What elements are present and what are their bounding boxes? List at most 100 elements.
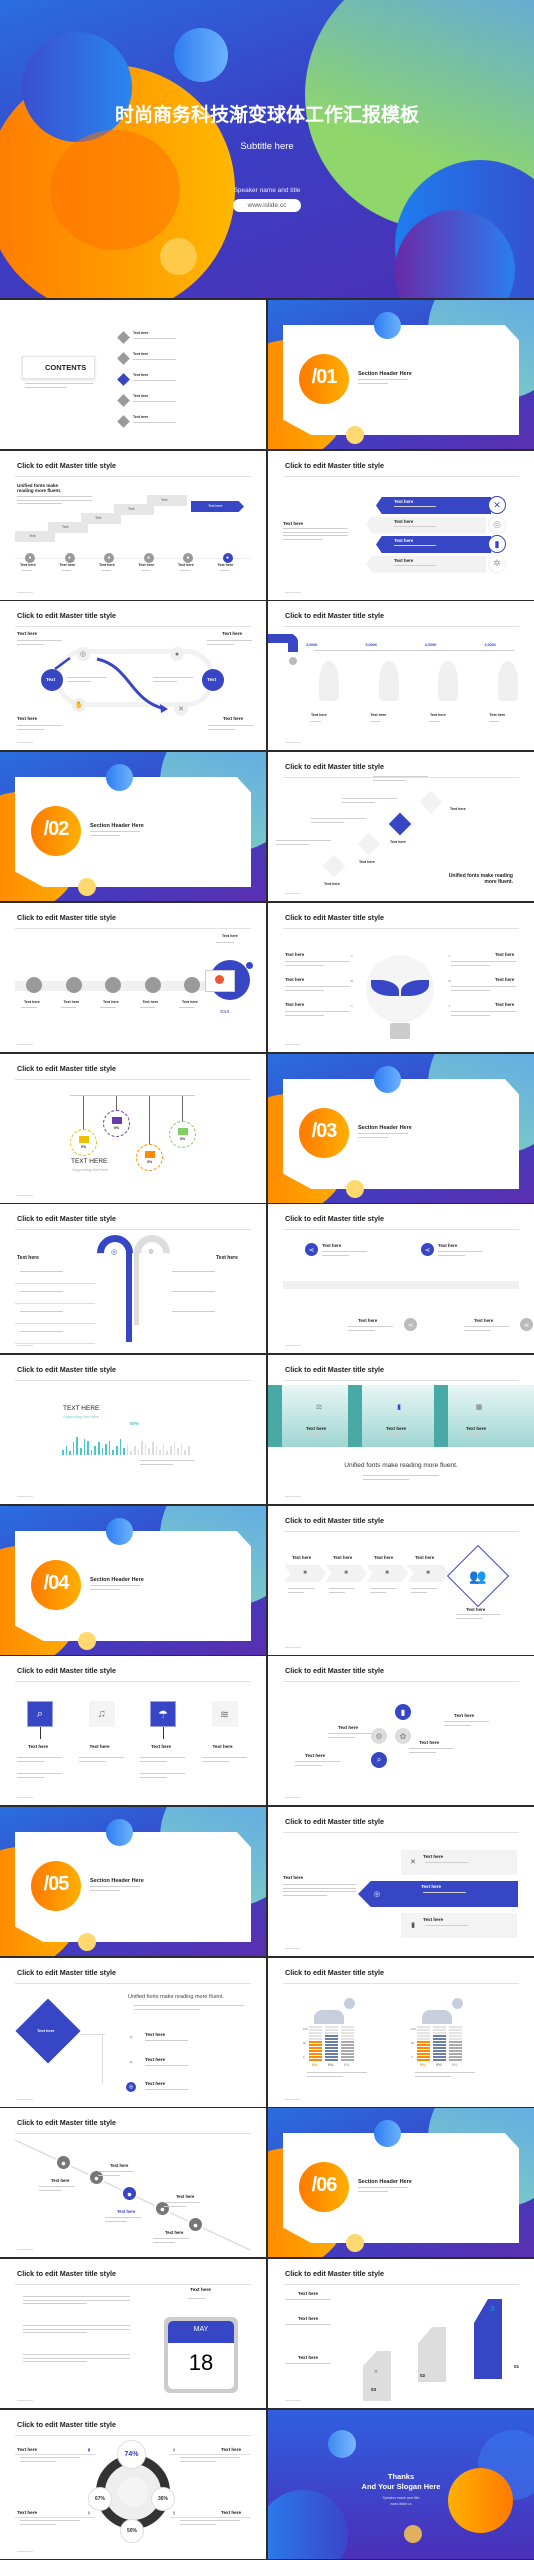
diamond-label: Text here [324, 882, 340, 886]
contents-diamond[interactable] [117, 394, 130, 407]
slide-thumbnail-12[interactable]: Click to edit Master title style 0% 0% 0% 0%… [0, 1054, 266, 1203]
volume-value: 2,000K [484, 643, 497, 647]
blue-sphere [328, 2430, 356, 2458]
contents-diamond[interactable] [117, 331, 130, 344]
placeholder-text-line [153, 680, 177, 682]
slide-thumbnail-22[interactable]: /05 Section Header Here [0, 1807, 266, 1956]
slide-title: Click to edit Master title style [17, 461, 117, 470]
slide-thumbnail-13[interactable]: /03 Section Header Here [268, 1054, 534, 1203]
bar [108, 1440, 111, 1455]
title-divider [15, 2284, 251, 2285]
slide-thumbnail-23[interactable]: Click to edit Master title style Text her… [268, 1807, 534, 1956]
bar-segment [433, 2050, 446, 2052]
steps-heading: Unified fonts make reading more fluent. [17, 483, 62, 493]
placeholder-text-line [100, 1007, 116, 1009]
section-header: Section Header Here [358, 2179, 412, 2185]
slide-thumbnail-31[interactable]: Thanks And Your Slogan Here Speaker name a… [268, 2410, 534, 2559]
placeholder-text-line [90, 831, 140, 833]
slide-footer [285, 742, 301, 743]
placeholder-text-line [20, 1291, 64, 1293]
bar-segment [325, 2038, 338, 2040]
slide-thumbnail-3[interactable]: /01 Section Header Here [268, 300, 534, 449]
contents-diamond[interactable] [117, 415, 130, 428]
slide-thumbnail-20[interactable]: Click to edit Master title style ⌕ Text he… [0, 1656, 266, 1805]
slide-thumbnail-11[interactable]: Click to edit Master title style Text her… [268, 903, 534, 1052]
bar-segment [449, 2047, 462, 2049]
placeholder-text-line [153, 2238, 189, 2240]
slide-thumbnail-26[interactable]: Click to edit Master title style ● ● ● ● ● Tex… [0, 2108, 266, 2257]
wifi-icon[interactable]: ≋ [211, 1701, 238, 1727]
slide-thumbnail-16[interactable]: Click to edit Master title style TEXT HER… [0, 1355, 266, 1504]
placeholder-text-line [39, 2189, 61, 2191]
teal-label: Text here [386, 1426, 407, 1431]
slide-thumbnail-14[interactable]: Click to edit Master title style ◎ ✲ Text h… [0, 1204, 266, 1353]
user-icon: 👤 [489, 2306, 497, 2312]
placeholder-text-line [444, 1721, 489, 1723]
bulb-right-label: Text here [495, 1002, 515, 1007]
bar-segment [449, 2029, 462, 2031]
tagline: Unified fonts make reading more fluent. [128, 1994, 224, 2000]
placeholder-text-line [219, 570, 230, 572]
slide-thumbnail-9[interactable]: Click to edit Master title style Text her… [268, 752, 534, 901]
placeholder-text-line [285, 1014, 324, 1016]
placeholder-text-line [20, 2460, 56, 2462]
bar [137, 1449, 140, 1455]
slide-thumbnail-8[interactable]: /02 Section Header Here [0, 752, 266, 901]
placeholder-text-line [295, 1764, 322, 1766]
placeholder-text-line [17, 499, 92, 501]
slide-thumbnail-27[interactable]: /06 Section Header Here [268, 2108, 534, 2257]
bar-segment [433, 2056, 446, 2058]
process-label: Text here [374, 1555, 394, 1560]
cloud-icon: ● [143, 553, 154, 563]
slide-footer [285, 592, 301, 593]
slide-thumbnail-17[interactable]: Click to edit Master title style ⚖ Text he… [268, 1355, 534, 1504]
music-icon[interactable]: ♫ [88, 1701, 115, 1727]
slide-thumbnail-28[interactable]: Click to edit Master title style Text her… [0, 2259, 266, 2408]
year-label: 2019 [220, 1009, 230, 1014]
website-pill[interactable]: www.islide.cc [233, 199, 301, 212]
placeholder-text-line [283, 1884, 356, 1886]
bar-segment [325, 2047, 338, 2049]
slide-thumbnail-19[interactable]: Click to edit Master title style ■ Text he… [268, 1506, 534, 1655]
hook-right-label: Text here [216, 1255, 238, 1261]
slide-title: Click to edit Master title style [285, 1666, 385, 1675]
contents-diamond[interactable] [117, 352, 130, 365]
slide-thumbnail-4[interactable]: Click to edit Master title style Unified … [0, 451, 266, 600]
medical-cross-icon [215, 975, 224, 984]
placeholder-text-line [358, 382, 388, 384]
slide-thumbnail-15[interactable]: Click to edit Master title style ⋖ Text he… [268, 1204, 534, 1353]
slide-thumbnail-10[interactable]: Click to edit Master title style Text her… [0, 903, 266, 1052]
axis-label: 100 [411, 2027, 416, 2031]
diamond-item-label: Text here [145, 2056, 166, 2062]
slide-thumbnail-2[interactable]: CONTENTS Text here Text here Text here Text … [0, 300, 266, 449]
slide-thumbnail-24[interactable]: Click to edit Master title style Text her… [0, 1958, 266, 2107]
placeholder-text-line [25, 383, 93, 385]
contents-diamond[interactable] [117, 373, 130, 386]
slide-thumbnail-25[interactable]: Click to edit Master title style 100 50 0 0%… [268, 1958, 534, 2107]
slide-thumbnail-6[interactable]: Click to edit Master title style Text her… [0, 601, 266, 750]
slide-thumbnail-5[interactable]: Click to edit Master title style Text her… [268, 451, 534, 600]
bar-segment [309, 2044, 322, 2046]
slide-thumbnail-29[interactable]: Click to edit Master title style Text her… [268, 2259, 534, 2408]
donut-label: Text here [17, 2447, 38, 2452]
bar-segment [449, 2032, 462, 2034]
bar-percent: 0% [436, 2063, 442, 2067]
placeholder-text-line [451, 989, 490, 991]
slide-thumbnail-18[interactable]: /04 Section Header Here [0, 1506, 266, 1655]
donut-label: Text here [221, 2447, 242, 2452]
ornament-percent: 0% [114, 1126, 120, 1130]
bar-segment [309, 2026, 322, 2028]
umbrella-icon[interactable]: ☂ [150, 1701, 176, 1727]
slide-thumbnail-7[interactable]: Click to edit Master title style 3,000K Te… [268, 601, 534, 750]
bar-segment [325, 2032, 338, 2034]
chart-icon: ▮ [395, 1704, 411, 1720]
website: www.islide.cc [390, 2502, 412, 2506]
slide-footer [17, 1797, 33, 1798]
slide-thumbnail-30[interactable]: Click to edit Master title style 74% 67% 36… [0, 2410, 266, 2559]
timeline-label: Text here [182, 1000, 198, 1004]
timeline-label: Text here [142, 1000, 159, 1004]
slide-thumbnail-21[interactable]: Click to edit Master title style ▮ ⚙ ✿ ⌕ Text… [268, 1656, 534, 1805]
search-icon[interactable]: ⌕ [27, 1701, 53, 1727]
bar-segment [433, 2047, 446, 2049]
bar-segment [341, 2050, 354, 2052]
